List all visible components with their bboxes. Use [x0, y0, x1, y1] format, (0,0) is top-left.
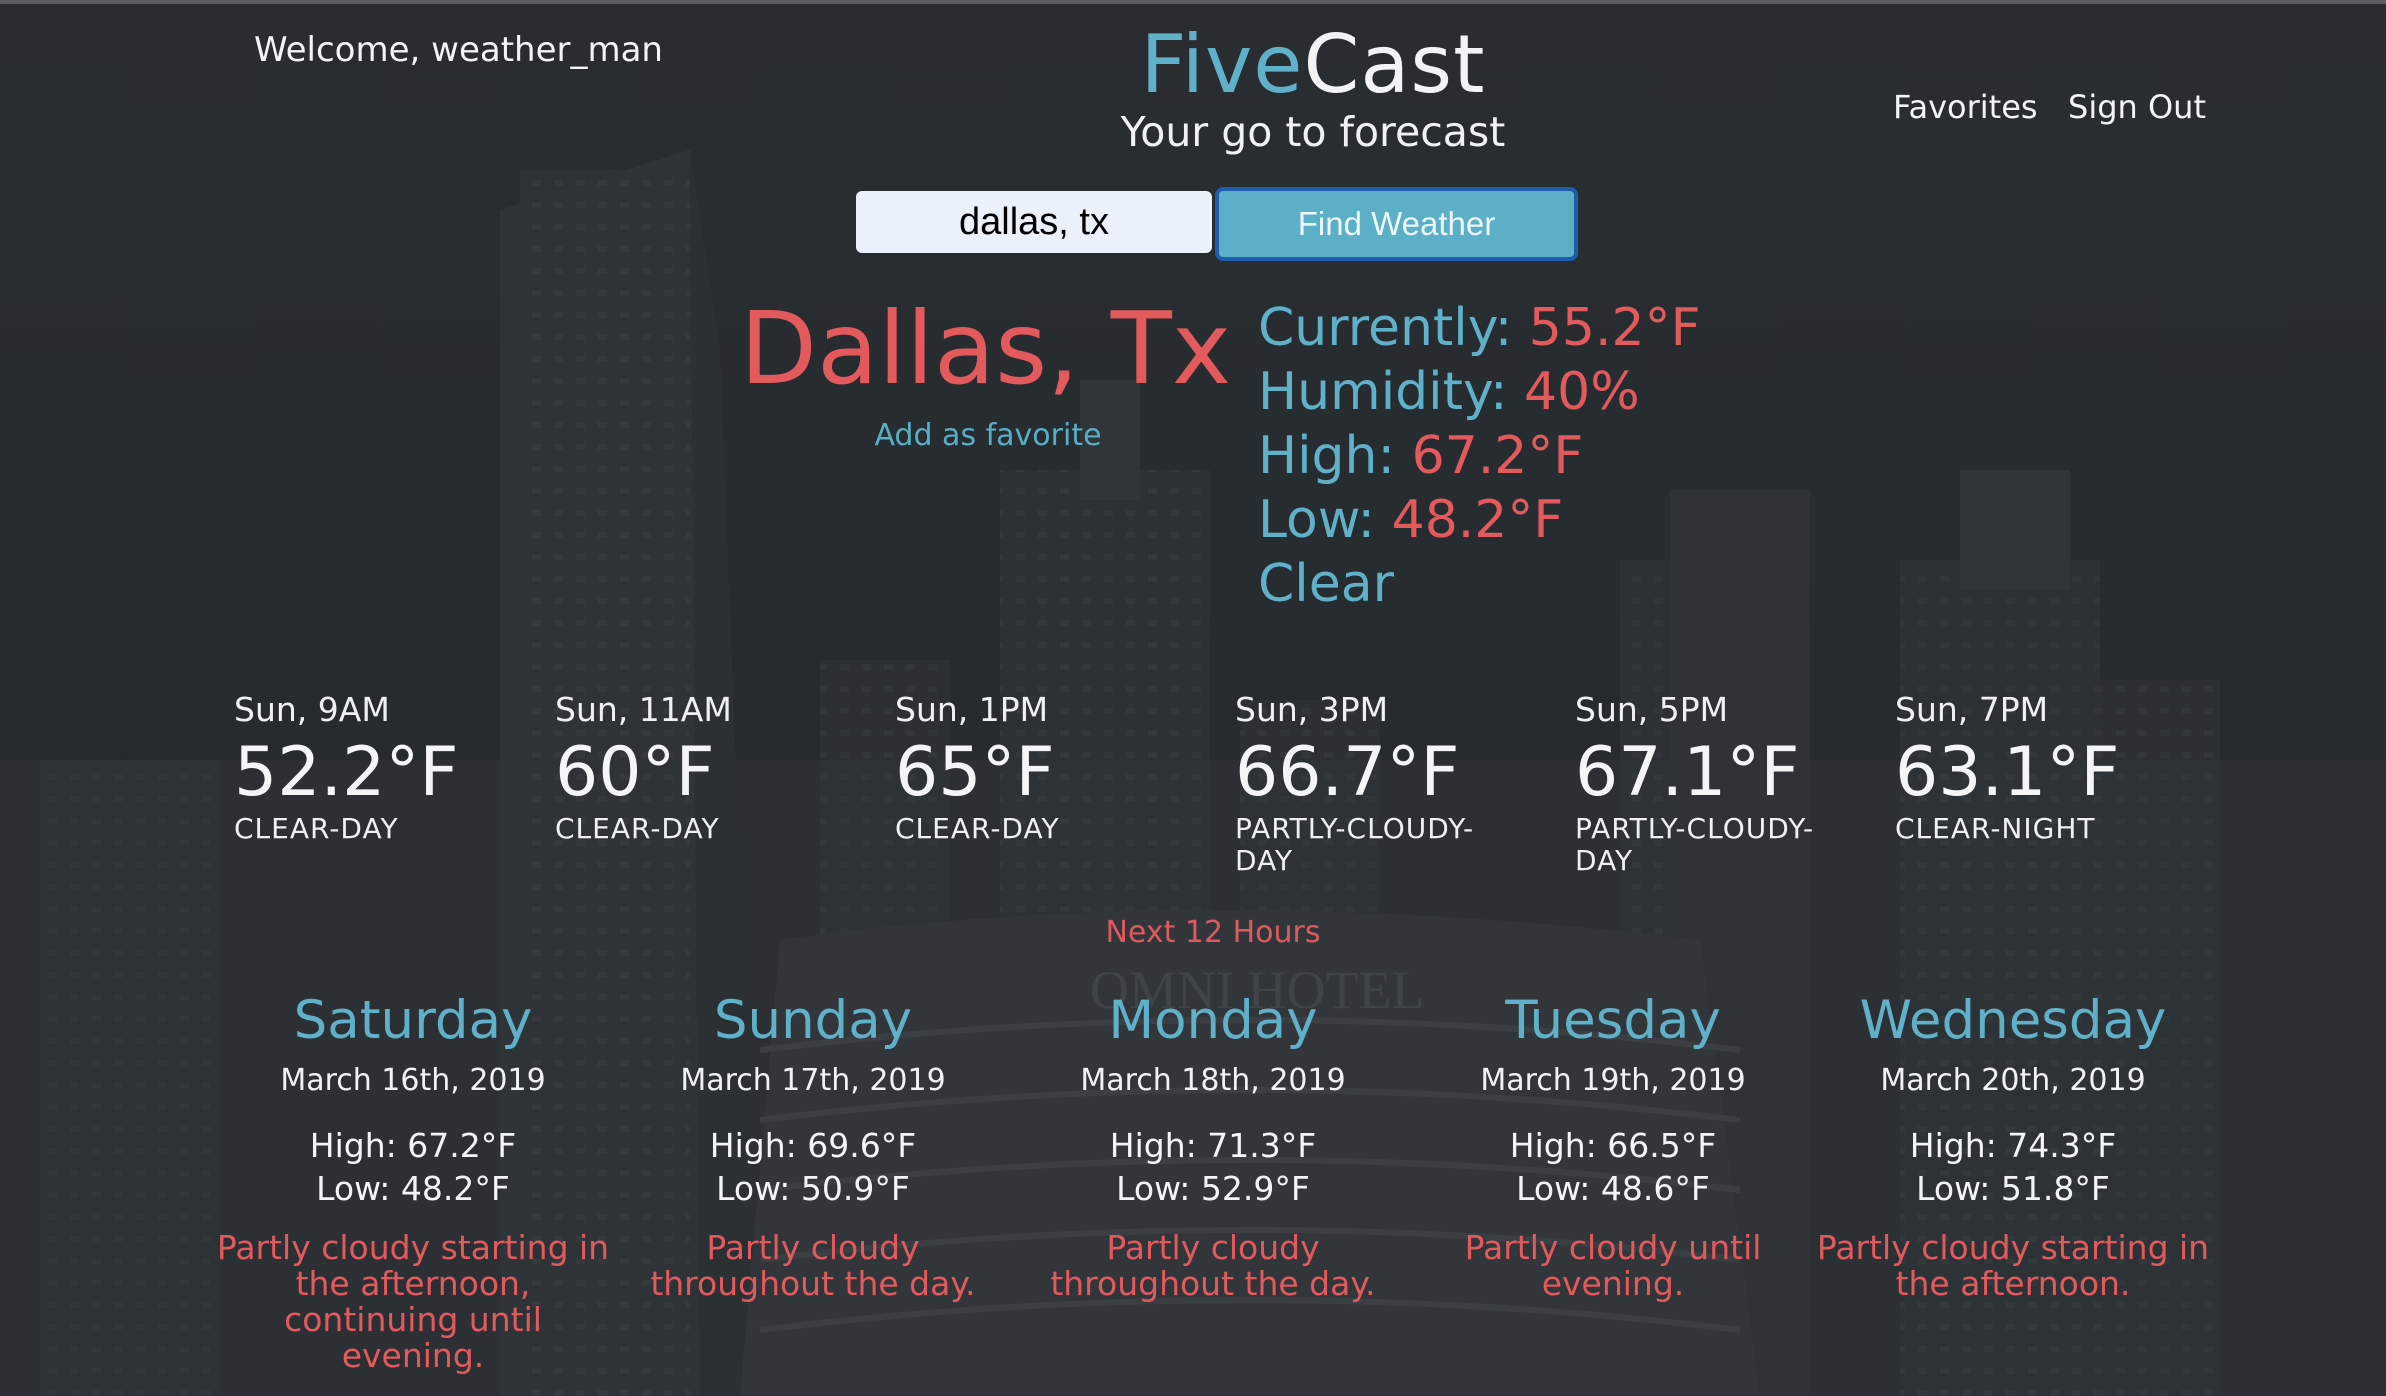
current-temp-row: Currently: 55.2°F: [1258, 296, 1701, 360]
day-low: Low: 50.9°F: [716, 1169, 910, 1208]
day-high: High: 69.6°F: [709, 1126, 917, 1165]
hourly-forecast-item: Sun, 11AM 60°F CLEAR-DAY: [555, 690, 855, 845]
hour-temp: 65°F: [895, 733, 1055, 812]
day-high: High: 74.3°F: [1909, 1126, 2117, 1165]
hour-time: Sun, 5PM: [1575, 690, 1729, 729]
day-name: Tuesday: [1505, 990, 1721, 1051]
hour-temp: 67.1°F: [1575, 733, 1800, 812]
nav-sign-out-link[interactable]: Sign Out: [2068, 88, 2206, 126]
day-name: Wednesday: [1859, 990, 2167, 1051]
daily-forecast-card: Sunday March 17th, 2019 High: 69.6°F Low…: [613, 990, 1013, 1302]
logo-cast: Cast: [1303, 18, 1486, 111]
hour-time: Sun, 1PM: [895, 690, 1049, 729]
hourly-forecast-item: Sun, 9AM 52.2°F CLEAR-DAY: [234, 690, 534, 845]
day-date: March 16th, 2019: [280, 1063, 546, 1098]
hour-summary: CLEAR-DAY: [895, 812, 1060, 845]
humidity-label: Humidity:: [1258, 362, 1508, 422]
low-label: Low:: [1258, 490, 1376, 550]
humidity-row: Humidity: 40%: [1258, 360, 1701, 424]
hour-temp: 52.2°F: [234, 733, 459, 812]
day-summary: Partly cloudy starting in the afternoon.: [1816, 1228, 2210, 1303]
current-summary: Clear: [1258, 554, 1394, 614]
hourly-forecast-item: Sun, 7PM 63.1°F CLEAR-NIGHT: [1895, 690, 2195, 845]
hour-time: Sun, 11AM: [555, 690, 732, 729]
day-high: High: 71.3°F: [1109, 1126, 1317, 1165]
day-low: Low: 51.8°F: [1916, 1169, 2110, 1208]
day-summary: Partly cloudy throughout the day.: [650, 1228, 976, 1303]
day-date: March 19th, 2019: [1480, 1063, 1746, 1098]
logo-five: Five: [1140, 18, 1304, 111]
daily-forecast-card: Wednesday March 20th, 2019 High: 74.3°F …: [1813, 990, 2213, 1302]
current-temp-label: Currently:: [1258, 298, 1513, 358]
day-summary: Partly cloudy until evening.: [1464, 1228, 1762, 1303]
hour-summary: CLEAR-NIGHT: [1895, 812, 2096, 845]
daily-forecast-card: Monday March 18th, 2019 High: 71.3°F Low…: [1013, 990, 1413, 1302]
high-row: High: 67.2°F: [1258, 424, 1701, 488]
day-date: March 17th, 2019: [680, 1063, 946, 1098]
day-summary: Partly cloudy starting in the afternoon,…: [216, 1228, 610, 1375]
low-value: 48.2°F: [1391, 490, 1564, 550]
day-name: Sunday: [713, 990, 913, 1051]
day-low: Low: 48.2°F: [316, 1169, 510, 1208]
hour-time: Sun, 9AM: [234, 690, 390, 729]
current-conditions: Currently: 55.2°F Humidity: 40% High: 67…: [1258, 296, 1701, 616]
day-low: Low: 48.6°F: [1516, 1169, 1710, 1208]
welcome-text: Welcome, weather_man: [254, 30, 663, 70]
day-date: March 20th, 2019: [1880, 1063, 2146, 1098]
hourly-forecast-item: Sun, 1PM 65°F CLEAR-DAY: [895, 690, 1195, 845]
daily-forecast-card: Saturday March 16th, 2019 High: 67.2°F L…: [213, 990, 613, 1374]
humidity-value: 40%: [1524, 362, 1640, 422]
hour-summary: CLEAR-DAY: [234, 812, 399, 845]
day-name: Saturday: [293, 990, 533, 1051]
tagline: Your go to forecast: [1120, 108, 1506, 156]
app-logo: FiveCast: [893, 18, 1733, 111]
hourly-forecast-item: Sun, 5PM 67.1°F PARTLY-CLOUDY-DAY: [1575, 690, 1875, 877]
hourly-caption: Next 12 Hours: [1105, 915, 1321, 950]
high-label: High:: [1258, 426, 1396, 486]
daily-forecast-card: Tuesday March 19th, 2019 High: 66.5°F Lo…: [1413, 990, 1813, 1302]
hour-time: Sun, 7PM: [1895, 690, 2049, 729]
day-date: March 18th, 2019: [1080, 1063, 1346, 1098]
find-weather-button[interactable]: Find Weather: [1215, 187, 1578, 261]
hour-temp: 63.1°F: [1895, 733, 2120, 812]
hour-time: Sun, 3PM: [1235, 690, 1389, 729]
day-summary: Partly cloudy throughout the day.: [1050, 1228, 1376, 1303]
hourly-forecast-item: Sun, 3PM 66.7°F PARTLY-CLOUDY-DAY: [1235, 690, 1535, 877]
window-top-edge: [0, 0, 2386, 4]
hour-summary: PARTLY-CLOUDY-DAY: [1575, 812, 1815, 877]
location-search-input[interactable]: [856, 191, 1212, 253]
hour-summary: CLEAR-DAY: [555, 812, 720, 845]
day-high: High: 67.2°F: [309, 1126, 517, 1165]
high-value: 67.2°F: [1411, 426, 1584, 486]
hour-temp: 66.7°F: [1235, 733, 1460, 812]
day-low: Low: 52.9°F: [1116, 1169, 1310, 1208]
hour-temp: 60°F: [555, 733, 715, 812]
add-favorite-link[interactable]: Add as favorite: [840, 418, 1136, 453]
day-high: High: 66.5°F: [1509, 1126, 1717, 1165]
day-name: Monday: [1108, 990, 1318, 1051]
city-name-heading: Dallas, Tx: [740, 290, 1232, 407]
hour-summary: PARTLY-CLOUDY-DAY: [1235, 812, 1475, 877]
nav-favorites-link[interactable]: Favorites: [1893, 88, 2038, 126]
current-temp-value: 55.2°F: [1528, 298, 1701, 358]
low-row: Low: 48.2°F: [1258, 488, 1701, 552]
